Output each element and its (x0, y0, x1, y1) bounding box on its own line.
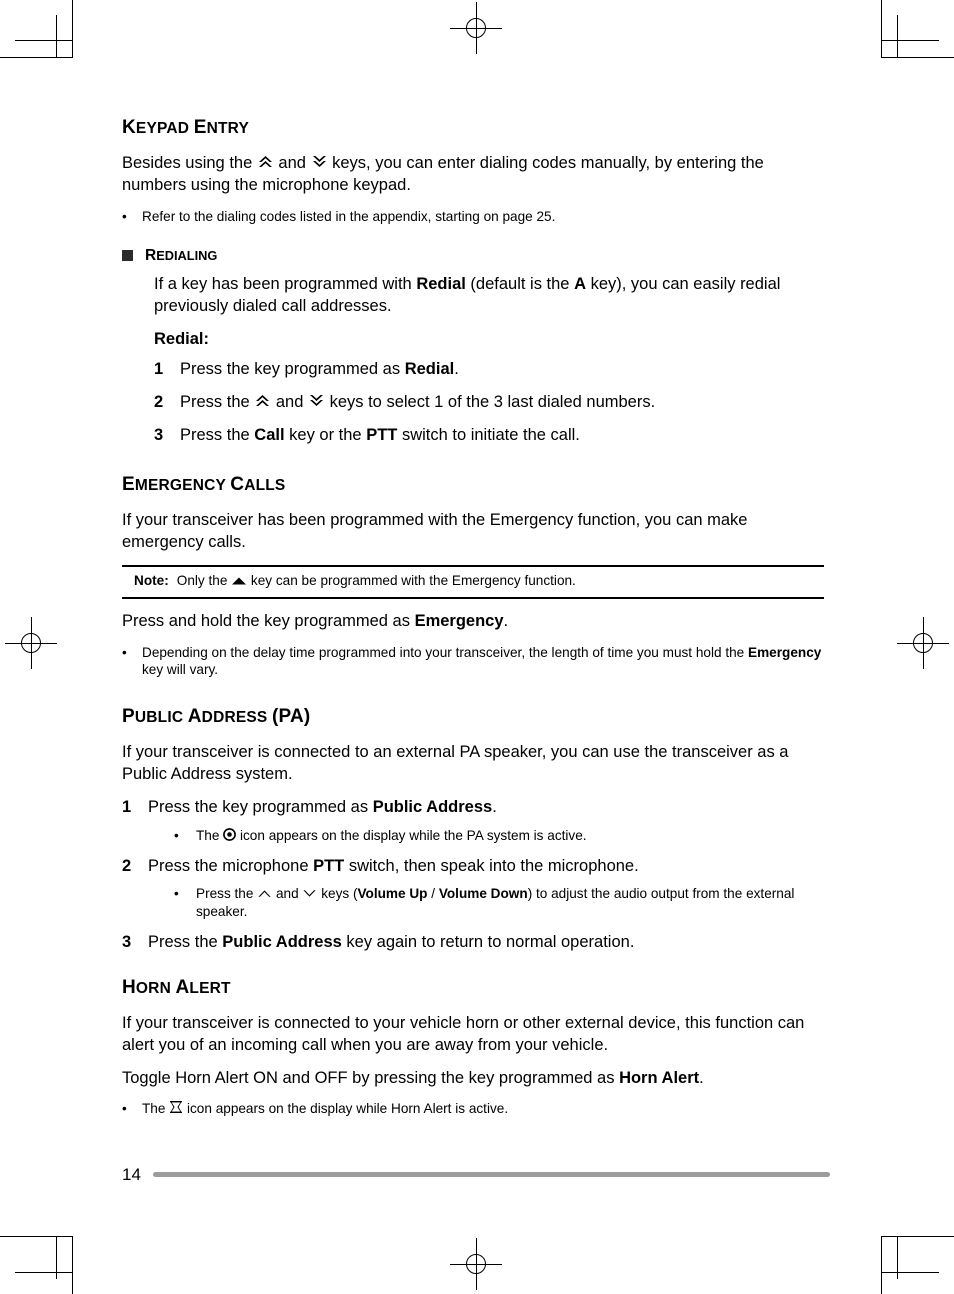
crop-mark-tl-h-inner (15, 40, 73, 41)
paragraph-horn-alert-2: Toggle Horn Alert ON and OFF by pressing… (122, 1068, 704, 1087)
paragraph-public-address-1: If your transceiver is connected to an e… (122, 743, 789, 783)
heading-keypad-entry: KEYPAD ENTRY (122, 117, 249, 138)
paragraph-redialing: If a key has been programmed with Redial… (154, 275, 781, 316)
heading-horn-alert: HORN ALERT (122, 976, 231, 998)
redialing-body: If a key has been programmed with Redial… (154, 274, 830, 447)
crop-mark-tl-v-inner (56, 15, 57, 58)
square-bullet-icon (122, 250, 133, 262)
heading-emergency-calls: EMERGENCY CALLS (122, 474, 286, 496)
footer-rule (152, 1172, 830, 1177)
crop-mark-tr-h-inner (881, 40, 939, 41)
chevron-down-key-icon (302, 888, 317, 899)
double-chevron-up-key-icon (254, 393, 271, 408)
crop-mark-bl-v-outer (72, 1236, 73, 1294)
note-text: Only the key can be programmed with the … (176, 572, 576, 588)
substep-item: • The icon appears on the display while … (174, 827, 587, 843)
steps-redialing: 1 Press the key programmed as Redial. 2 … (154, 359, 830, 447)
bullet-marker: • (122, 208, 127, 224)
crop-mark-tr-h-outer (881, 57, 954, 58)
crop-mark-br-h-inner (881, 1272, 939, 1273)
step-item: 2 Press the microphone PTT switch, then … (122, 856, 830, 921)
bullet-horn-alert-1: • The icon appears on the display while … (122, 1100, 509, 1117)
label-redial: Redial: (154, 330, 210, 349)
crop-mark-bl-h-inner (15, 1272, 73, 1273)
crop-mark-tl-v-outer (72, 0, 73, 58)
bullet-marker: • (174, 827, 179, 843)
paragraph-keypad-entry: Besides using the and keys, you can ente… (122, 153, 764, 194)
registration-mark-right (897, 617, 949, 669)
crop-mark-br-h-outer (881, 1236, 954, 1237)
bullet-marker: • (122, 644, 127, 660)
page-content: KEYPAD ENTRY Besides using the and keys,… (122, 117, 830, 1128)
double-chevron-up-key-icon (257, 154, 274, 169)
step-item: 3 Press the Public Address key again to … (122, 932, 635, 951)
heading-redialing: REDIALING (122, 247, 830, 264)
bullet-emergency-1: • Depending on the delay time programmed… (122, 644, 822, 678)
note-label: Note: (134, 572, 169, 588)
page-number: 14 (122, 1165, 141, 1184)
steps-public-address: 1 Press the key programmed as Public Add… (122, 797, 830, 954)
crop-mark-tr-v-outer (881, 0, 882, 58)
double-chevron-down-key-icon (308, 393, 325, 408)
registration-mark-bottom (450, 1238, 502, 1290)
note-box-emergency: Note: Only the key can be programmed wit… (122, 564, 824, 599)
chevron-up-key-icon (257, 888, 272, 899)
paragraph-emergency-2: Press and hold the key programmed as Eme… (122, 611, 509, 630)
crop-mark-br-v-outer (881, 1236, 882, 1294)
step-item: 1 Press the key programmed as Public Add… (122, 797, 830, 845)
pa-bullseye-icon (223, 827, 237, 841)
horn-alert-icon (169, 1100, 183, 1114)
crop-mark-tl-h-outer (0, 57, 73, 58)
registration-mark-top (450, 2, 502, 54)
heading-public-address: PUBLIC ADDRESS (PA) (122, 706, 311, 728)
paragraph-emergency-1: If your transceiver has been programmed … (122, 511, 748, 551)
step-item: 1 Press the key programmed as Redial. (154, 360, 459, 379)
registration-mark-left (5, 617, 57, 669)
crop-mark-bl-h-outer (0, 1236, 73, 1237)
bullet-keypad-entry-1: • Refer to the dialing codes listed in t… (122, 208, 556, 224)
double-chevron-down-key-icon (311, 154, 328, 169)
paragraph-horn-alert-1: If your transceiver is connected to your… (122, 1013, 805, 1054)
triangle-key-icon (231, 575, 247, 586)
heading-redialing-label: REDIALING (145, 247, 218, 265)
bullet-marker: • (122, 1101, 127, 1117)
page-footer: 14 (122, 1166, 830, 1183)
step-item: 3 Press the Call key or the PTT switch t… (154, 426, 580, 445)
crop-mark-tr-v-inner (897, 15, 898, 58)
bullet-marker: • (174, 886, 179, 902)
substep-item: • Press the and keys (Volume Up / Volume… (174, 886, 795, 920)
step-item: 2 Press the and keys to select 1 of the … (154, 393, 656, 412)
